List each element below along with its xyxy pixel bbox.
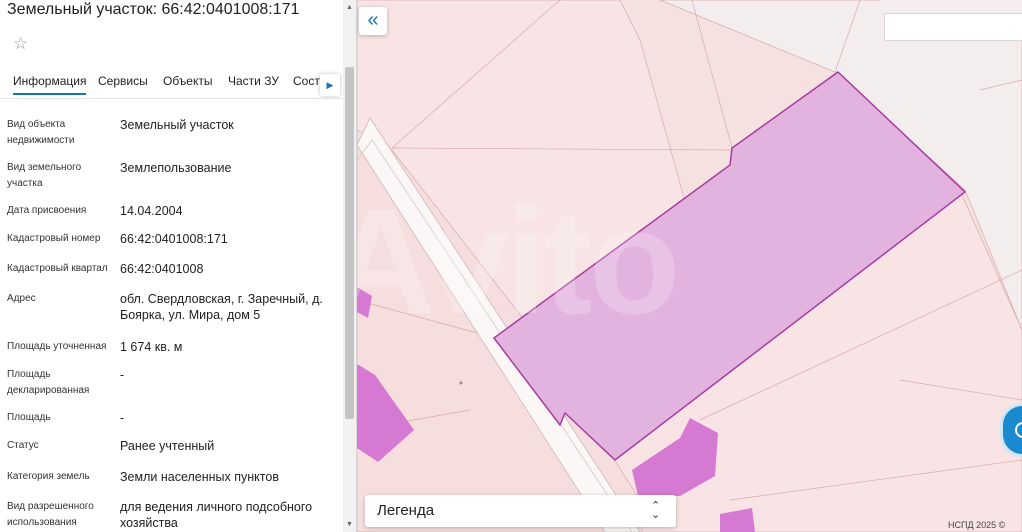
chevron-updown-icon: ⌃ ⌄ bbox=[651, 500, 661, 521]
field-value: Земли населенных пунктов bbox=[120, 470, 279, 484]
field-label: Адрес bbox=[7, 293, 36, 304]
tab-services[interactable]: Сервисы bbox=[98, 74, 148, 88]
scroll-up-icon[interactable]: ▲ bbox=[345, 4, 354, 12]
map-layers bbox=[357, 0, 1022, 532]
chevron-right-icon[interactable]: ▶ bbox=[320, 74, 340, 96]
tab-objects[interactable]: Объекты bbox=[163, 74, 213, 88]
field-label: Дата присвоения bbox=[7, 205, 87, 216]
field-label: Кадастровый номер bbox=[7, 233, 101, 244]
field-label: Площадь уточненная bbox=[7, 341, 107, 352]
tabs-divider bbox=[0, 98, 343, 99]
field-label: Категория земель bbox=[7, 471, 90, 482]
tab-parts[interactable]: Части ЗУ bbox=[228, 74, 279, 88]
legend-button[interactable]: Легенда ⌃ ⌄ bbox=[365, 495, 676, 527]
field-value: обл. Свердловская, г. Заречный, д. Боярк… bbox=[120, 292, 323, 322]
legend-label: Легенда bbox=[377, 502, 435, 519]
field-value: Земельный участок bbox=[120, 118, 234, 132]
field-label: Вид земельного участка bbox=[7, 162, 82, 189]
field-value: 66:42:0401008:171 bbox=[120, 232, 228, 246]
field-label: Кадастровый квартал bbox=[7, 263, 108, 274]
field-value: - bbox=[120, 368, 125, 382]
tab-information[interactable]: Информация bbox=[13, 74, 87, 95]
field-label: Площадь декларированная bbox=[7, 369, 90, 396]
field-value: 14.04.2004 bbox=[120, 204, 183, 218]
field-value: Землепользование bbox=[120, 161, 232, 175]
copyright: НСПД 2025 © bbox=[948, 520, 1006, 530]
field-value: для ведения личного подсобного хозяйства bbox=[120, 500, 313, 530]
field-value: - bbox=[120, 411, 125, 425]
scroll-down-icon[interactable]: ▼ bbox=[345, 521, 354, 529]
field-value: 66:42:0401008 bbox=[120, 262, 204, 276]
field-label: Площадь bbox=[7, 412, 51, 423]
field-label: Вид разрешенного использования bbox=[7, 501, 94, 528]
tab-bar: Информация Сервисы Объекты Части ЗУ Сост… bbox=[0, 74, 343, 98]
field-value: Ранее учтенный bbox=[120, 439, 215, 453]
field-value: 1 674 кв. м bbox=[120, 340, 183, 354]
scrollbar-thumb[interactable] bbox=[345, 67, 354, 419]
star-icon[interactable]: ☆ bbox=[13, 35, 28, 52]
info-panel: Земельный участок: 66:42:0401008:171 ☆ И… bbox=[0, 0, 357, 532]
field-label: Статус bbox=[7, 440, 39, 451]
page-title: Земельный участок: 66:42:0401008:171 bbox=[7, 1, 300, 18]
field-label: Вид объекта недвижимости bbox=[7, 119, 75, 146]
double-chevron-left-icon[interactable]: « bbox=[359, 7, 387, 35]
search-input[interactable] bbox=[884, 13, 1022, 41]
map-canvas[interactable]: Avito bbox=[357, 0, 1022, 532]
